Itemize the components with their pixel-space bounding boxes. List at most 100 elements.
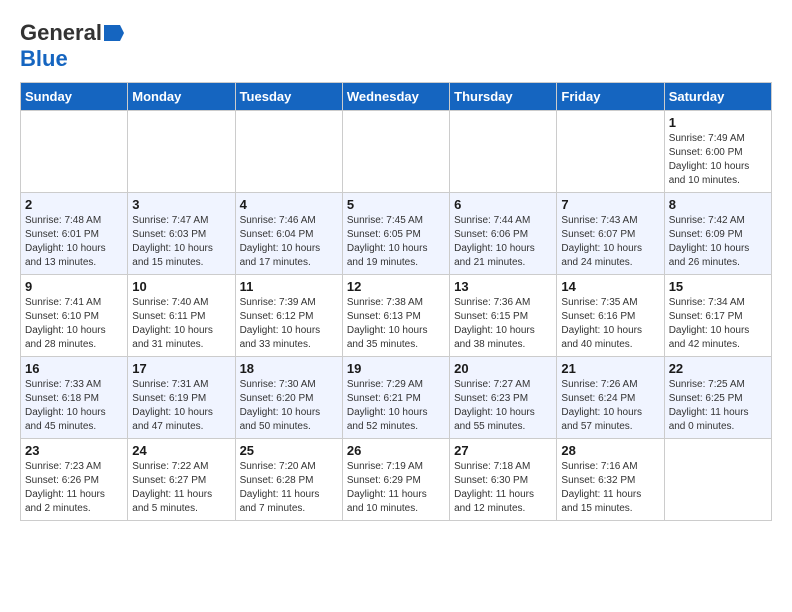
calendar-cell: 14 Sunrise: 7:35 AM Sunset: 6:16 PM Dayli… [557, 275, 664, 357]
calendar-cell: 28Sunrise: 7:16 AM Sunset: 6:32 PM Dayli… [557, 439, 664, 521]
day-info: Sunrise: 7:39 AM Sunset: 6:12 PM Dayligh… [240, 296, 338, 352]
calendar-cell: 10 Sunrise: 7:40 AM Sunset: 6:11 PM Dayli… [128, 275, 235, 357]
calendar-cell: 25 Sunrise: 7:20 AM Sunset: 6:28 PM Dayli… [235, 439, 342, 521]
calendar-cell: 12 Sunrise: 7:38 AM Sunset: 6:13 PM Dayli… [342, 275, 449, 357]
calendar-cell: 19 Sunrise: 7:29 AM Sunset: 6:21 PM Dayli… [342, 357, 449, 439]
col-header-monday: Monday [128, 83, 235, 111]
day-number: 20 [454, 361, 552, 376]
day-number: 1 [669, 115, 767, 130]
calendar-cell: 22 Sunrise: 7:25 AM Sunset: 6:25 PM Dayli… [664, 357, 771, 439]
day-number: 4 [240, 197, 338, 212]
day-number: 14 [561, 279, 659, 294]
col-header-sunday: Sunday [21, 83, 128, 111]
calendar-cell: 9 Sunrise: 7:41 AM Sunset: 6:10 PM Daylig… [21, 275, 128, 357]
logo: General Blue [20, 20, 124, 72]
calendar-cell [21, 111, 128, 193]
day-number: 8 [669, 197, 767, 212]
calendar-cell: 23 Sunrise: 7:23 AM Sunset: 6:26 PM Dayli… [21, 439, 128, 521]
day-info: Sunrise: 7:30 AM Sunset: 6:20 PM Dayligh… [240, 378, 338, 434]
day-info: Sunrise: 7:29 AM Sunset: 6:21 PM Dayligh… [347, 378, 445, 434]
calendar-cell: 26 Sunrise: 7:19 AM Sunset: 6:29 PM Dayli… [342, 439, 449, 521]
col-header-tuesday: Tuesday [235, 83, 342, 111]
day-info: Sunrise: 7:42 AM Sunset: 6:09 PM Dayligh… [669, 214, 767, 270]
calendar-week-row: 9 Sunrise: 7:41 AM Sunset: 6:10 PM Daylig… [21, 275, 772, 357]
day-info: Sunrise: 7:43 AM Sunset: 6:07 PM Dayligh… [561, 214, 659, 270]
calendar-cell [557, 111, 664, 193]
day-number: 24 [132, 443, 230, 458]
day-number: 28 [561, 443, 659, 458]
calendar-cell: 3Sunrise: 7:47 AM Sunset: 6:03 PM Daylig… [128, 193, 235, 275]
day-number: 10 [132, 279, 230, 294]
logo-blue-text: Blue [20, 46, 68, 72]
day-info: Sunrise: 7:44 AM Sunset: 6:06 PM Dayligh… [454, 214, 552, 270]
calendar-cell: 5Sunrise: 7:45 AM Sunset: 6:05 PM Daylig… [342, 193, 449, 275]
calendar-cell: 7Sunrise: 7:43 AM Sunset: 6:07 PM Daylig… [557, 193, 664, 275]
day-number: 15 [669, 279, 767, 294]
header: General Blue [20, 20, 772, 72]
calendar-cell: 17 Sunrise: 7:31 AM Sunset: 6:19 PM Dayli… [128, 357, 235, 439]
calendar-cell: 6 Sunrise: 7:44 AM Sunset: 6:06 PM Daylig… [450, 193, 557, 275]
day-info: Sunrise: 7:19 AM Sunset: 6:29 PM Dayligh… [347, 460, 445, 516]
day-info: Sunrise: 7:48 AM Sunset: 6:01 PM Dayligh… [25, 214, 123, 270]
calendar-header-row: SundayMondayTuesdayWednesdayThursdayFrid… [21, 83, 772, 111]
day-info: Sunrise: 7:41 AM Sunset: 6:10 PM Dayligh… [25, 296, 123, 352]
day-info: Sunrise: 7:34 AM Sunset: 6:17 PM Dayligh… [669, 296, 767, 352]
calendar-cell [342, 111, 449, 193]
col-header-friday: Friday [557, 83, 664, 111]
day-number: 13 [454, 279, 552, 294]
day-number: 2 [25, 197, 123, 212]
col-header-saturday: Saturday [664, 83, 771, 111]
day-info: Sunrise: 7:40 AM Sunset: 6:11 PM Dayligh… [132, 296, 230, 352]
page: General Blue SundayMondayTuesdayWednesda… [0, 0, 792, 531]
calendar-week-row: 2 Sunrise: 7:48 AM Sunset: 6:01 PM Daylig… [21, 193, 772, 275]
calendar-cell: 2 Sunrise: 7:48 AM Sunset: 6:01 PM Daylig… [21, 193, 128, 275]
day-number: 17 [132, 361, 230, 376]
calendar-week-row: 16 Sunrise: 7:33 AM Sunset: 6:18 PM Dayli… [21, 357, 772, 439]
calendar-cell: 16 Sunrise: 7:33 AM Sunset: 6:18 PM Dayli… [21, 357, 128, 439]
day-info: Sunrise: 7:26 AM Sunset: 6:24 PM Dayligh… [561, 378, 659, 434]
calendar-table: SundayMondayTuesdayWednesdayThursdayFrid… [20, 82, 772, 521]
day-number: 12 [347, 279, 445, 294]
calendar-cell [450, 111, 557, 193]
day-info: Sunrise: 7:36 AM Sunset: 6:15 PM Dayligh… [454, 296, 552, 352]
calendar-cell [664, 439, 771, 521]
logo-general-text: General [20, 20, 102, 46]
calendar-cell: 18Sunrise: 7:30 AM Sunset: 6:20 PM Dayli… [235, 357, 342, 439]
logo-flag-icon [104, 25, 124, 41]
day-number: 26 [347, 443, 445, 458]
day-number: 23 [25, 443, 123, 458]
calendar-cell: 24Sunrise: 7:22 AM Sunset: 6:27 PM Dayli… [128, 439, 235, 521]
calendar-cell: 20 Sunrise: 7:27 AM Sunset: 6:23 PM Dayli… [450, 357, 557, 439]
day-number: 19 [347, 361, 445, 376]
day-info: Sunrise: 7:31 AM Sunset: 6:19 PM Dayligh… [132, 378, 230, 434]
calendar-cell: 27Sunrise: 7:18 AM Sunset: 6:30 PM Dayli… [450, 439, 557, 521]
day-info: Sunrise: 7:46 AM Sunset: 6:04 PM Dayligh… [240, 214, 338, 270]
day-info: Sunrise: 7:20 AM Sunset: 6:28 PM Dayligh… [240, 460, 338, 516]
calendar-cell: 15 Sunrise: 7:34 AM Sunset: 6:17 PM Dayli… [664, 275, 771, 357]
day-info: Sunrise: 7:38 AM Sunset: 6:13 PM Dayligh… [347, 296, 445, 352]
day-number: 11 [240, 279, 338, 294]
calendar-cell: 8 Sunrise: 7:42 AM Sunset: 6:09 PM Daylig… [664, 193, 771, 275]
day-number: 9 [25, 279, 123, 294]
day-number: 5 [347, 197, 445, 212]
calendar-cell: 11 Sunrise: 7:39 AM Sunset: 6:12 PM Dayli… [235, 275, 342, 357]
day-info: Sunrise: 7:33 AM Sunset: 6:18 PM Dayligh… [25, 378, 123, 434]
day-info: Sunrise: 7:35 AM Sunset: 6:16 PM Dayligh… [561, 296, 659, 352]
day-number: 22 [669, 361, 767, 376]
day-number: 27 [454, 443, 552, 458]
calendar-cell [235, 111, 342, 193]
day-info: Sunrise: 7:25 AM Sunset: 6:25 PM Dayligh… [669, 378, 767, 434]
calendar-cell: 1Sunrise: 7:49 AM Sunset: 6:00 PM Daylig… [664, 111, 771, 193]
calendar-cell: 13 Sunrise: 7:36 AM Sunset: 6:15 PM Dayli… [450, 275, 557, 357]
day-number: 25 [240, 443, 338, 458]
calendar-cell [128, 111, 235, 193]
day-info: Sunrise: 7:27 AM Sunset: 6:23 PM Dayligh… [454, 378, 552, 434]
day-number: 6 [454, 197, 552, 212]
col-header-wednesday: Wednesday [342, 83, 449, 111]
calendar-cell: 21Sunrise: 7:26 AM Sunset: 6:24 PM Dayli… [557, 357, 664, 439]
calendar-week-row: 23 Sunrise: 7:23 AM Sunset: 6:26 PM Dayli… [21, 439, 772, 521]
calendar-cell: 4 Sunrise: 7:46 AM Sunset: 6:04 PM Daylig… [235, 193, 342, 275]
col-header-thursday: Thursday [450, 83, 557, 111]
day-number: 16 [25, 361, 123, 376]
day-info: Sunrise: 7:23 AM Sunset: 6:26 PM Dayligh… [25, 460, 123, 516]
